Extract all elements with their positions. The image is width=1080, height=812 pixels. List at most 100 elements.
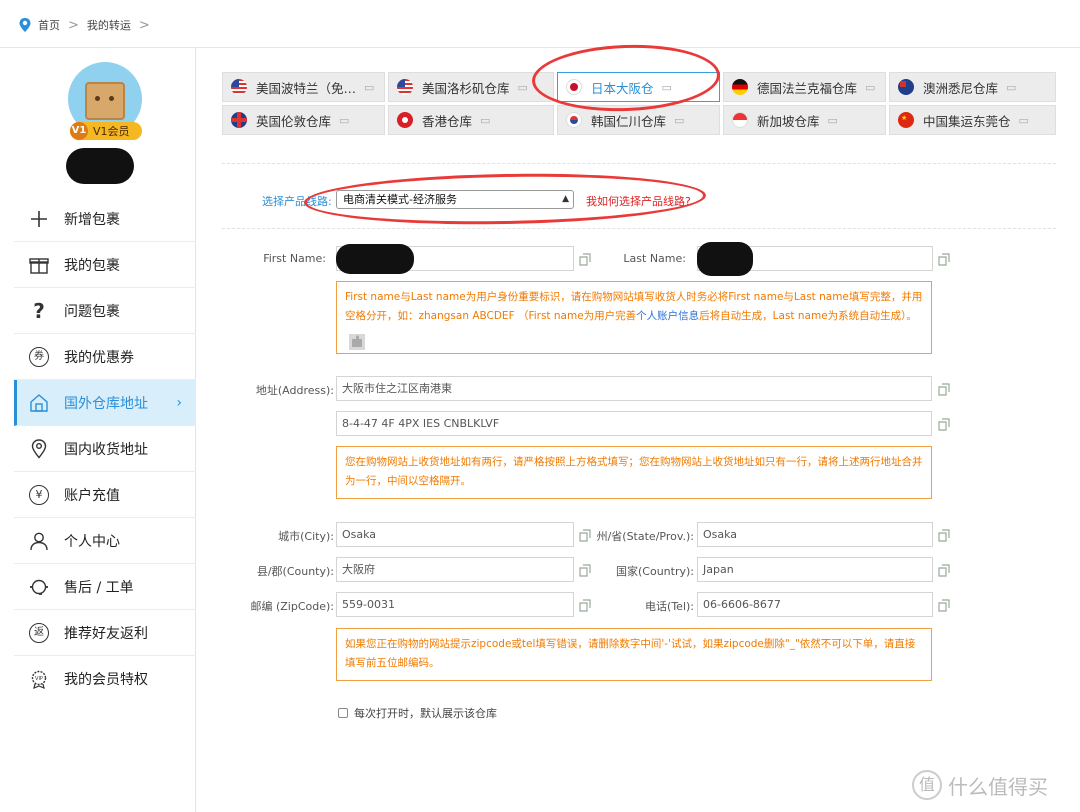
copy-icon[interactable]	[936, 416, 952, 432]
australia-flag-icon	[898, 79, 914, 95]
zipcode-instructions-note: 如果您正在购物的网站提示zipcode或tel填写错误，请删除数字中间'-'试试…	[336, 628, 932, 681]
tab-us-portland[interactable]: 美国波特兰（免… ▭	[222, 72, 385, 102]
product-line-select[interactable]: 电商清关模式-经济服务 ▲	[336, 190, 574, 209]
sidebar-item-personal-center[interactable]: 个人中心	[14, 518, 196, 564]
copy-icon[interactable]	[577, 251, 593, 267]
state-label: 州/省(State/Prov.):	[596, 530, 694, 543]
breadcrumb-home[interactable]: 首页	[38, 17, 60, 33]
breadcrumb: 首页 > 我的转运 >	[18, 16, 158, 34]
chevron-right-icon: >	[68, 17, 79, 33]
germany-flag-icon	[732, 79, 748, 95]
tab-singapore[interactable]: 新加坡仓库 ▭	[723, 105, 886, 135]
product-line-help-link[interactable]: 我如何选择产品线路?	[586, 193, 691, 209]
account-info-link[interactable]: 个人账户信息	[636, 310, 699, 322]
svg-text:VIP: VIP	[35, 676, 43, 682]
tab-japan-osaka[interactable]: 日本大阪仓 ▭	[557, 72, 720, 102]
book-icon: ▭	[661, 80, 672, 94]
japan-flag-icon	[566, 79, 582, 95]
vip-level-icon: V1	[70, 122, 88, 140]
copy-icon[interactable]	[936, 381, 952, 397]
smzdm-logo-icon: 值	[912, 770, 942, 800]
us-flag-icon	[397, 79, 413, 95]
last-name-label: Last Name:	[623, 252, 686, 265]
sidebar-item-member-privileges[interactable]: VIP 我的会员特权	[14, 656, 196, 702]
book-icon: ▭	[827, 113, 838, 127]
sidebar-item-new-package[interactable]: 新增包裹	[14, 196, 196, 242]
tab-uk-london[interactable]: 英国伦敦仓库 ▭	[222, 105, 385, 135]
copy-icon[interactable]	[936, 251, 952, 267]
sidebar-item-coupons[interactable]: 券 我的优惠券	[14, 334, 196, 380]
sidebar-menu: 新增包裹 我的包裹 ? 问题包裹 券 我的优惠券 国外仓库地址 › 国内收货地址…	[14, 196, 196, 702]
sidebar-item-after-sales[interactable]: 售后 / 工单	[14, 564, 196, 610]
tab-hong-kong[interactable]: 香港仓库 ▭	[388, 105, 554, 135]
tab-australia-sydney[interactable]: 澳洲悉尼仓库 ▭	[889, 72, 1056, 102]
cardboard-box-mascot-icon	[85, 82, 125, 120]
headset-icon	[28, 576, 50, 598]
sidebar-item-label: 我的会员特权	[64, 672, 148, 688]
korea-flag-icon	[566, 112, 582, 128]
puzzle-icon	[349, 334, 365, 350]
tab-korea-incheon[interactable]: 韩国仁川仓库 ▭	[557, 105, 720, 135]
sidebar-item-referral-rebate[interactable]: 返 推荐好友返利	[14, 610, 196, 656]
main-content: 美国波特兰（免… ▭ 美国洛杉矶仓库 ▭ 日本大阪仓 ▭ 德国法兰克福仓库 ▭ …	[196, 41, 1080, 812]
first-name-redacted	[336, 244, 414, 274]
tab-germany-frankfurt[interactable]: 德国法兰克福仓库 ▭	[723, 72, 886, 102]
book-icon: ▭	[1006, 80, 1017, 94]
singapore-flag-icon	[732, 112, 748, 128]
sidebar-item-label: 账户充值	[64, 487, 120, 504]
address-line2-field[interactable]: 8-4-47 4F 4PX IES CNBLKLVF	[336, 411, 932, 436]
user-icon	[28, 530, 50, 552]
default-warehouse-checkbox-label: 每次打开时，默认展示该仓库	[354, 707, 497, 720]
book-icon: ▭	[1018, 113, 1029, 127]
location-pin-icon	[19, 18, 31, 32]
vip-badge[interactable]: V1 V1会员	[70, 122, 142, 140]
sidebar-item-my-packages[interactable]: 我的包裹	[14, 242, 196, 288]
sidebar-item-domestic-address[interactable]: 国内收货地址	[14, 426, 196, 472]
zipcode-label: 邮编 (ZipCode):	[250, 600, 334, 613]
copy-icon[interactable]	[936, 597, 952, 613]
sidebar-item-label: 新增包裹	[64, 211, 120, 228]
country-field[interactable]: Japan	[697, 557, 933, 582]
book-icon: ▭	[480, 113, 491, 127]
last-name-redacted	[697, 242, 753, 276]
vip-badge-icon: VIP	[28, 668, 50, 690]
tab-china-dongguan[interactable]: ★ 中国集运东莞仓 ▭	[889, 105, 1056, 135]
checkbox-box[interactable]	[338, 708, 348, 718]
breadcrumb-current[interactable]: 我的转运	[87, 17, 131, 33]
zipcode-field[interactable]: 559-0031	[336, 592, 574, 617]
county-label: 县/郡(County):	[256, 565, 334, 578]
sidebar-item-recharge[interactable]: ¥ 账户充值	[14, 472, 196, 518]
default-warehouse-checkbox[interactable]: 每次打开时，默认展示该仓库	[338, 705, 497, 721]
tel-field[interactable]: 06-6606-8677	[697, 592, 933, 617]
address-label: 地址(Address):	[255, 384, 334, 397]
sidebar-item-label: 推荐好友返利	[64, 625, 148, 642]
divider	[222, 228, 1056, 229]
sidebar-item-overseas-warehouse[interactable]: 国外仓库地址 ›	[14, 380, 196, 426]
sidebar-item-label: 国内收货地址	[64, 441, 148, 458]
chevron-right-icon: ›	[176, 394, 182, 411]
address-line1-field[interactable]: 大阪市住之江区南港東	[336, 376, 932, 401]
copy-icon[interactable]	[936, 527, 952, 543]
sidebar-item-label: 我的优惠券	[64, 349, 134, 366]
select-arrows-icon: ▲	[562, 194, 569, 204]
warehouse-icon	[28, 392, 50, 414]
county-field[interactable]: 大阪府	[336, 557, 574, 582]
country-label: 国家(Country):	[616, 565, 694, 578]
sidebar-item-label: 我的包裹	[64, 257, 120, 274]
tab-us-los-angeles[interactable]: 美国洛杉矶仓库 ▭	[388, 72, 554, 102]
first-name-label: First Name:	[263, 252, 326, 265]
sidebar-item-problem-packages[interactable]: ? 问题包裹	[14, 288, 196, 334]
sidebar: V1 V1会员 新增包裹 我的包裹 ? 问题包裹 券 我的优惠券 国外仓库地址 …	[0, 48, 196, 812]
book-icon: ▭	[364, 80, 375, 94]
book-icon: ▭	[517, 80, 528, 94]
state-field[interactable]: Osaka	[697, 522, 933, 547]
sidebar-item-label: 个人中心	[64, 533, 120, 550]
yen-icon: ¥	[28, 484, 50, 506]
gift-box-icon	[28, 254, 50, 276]
copy-icon[interactable]	[936, 562, 952, 578]
china-flag-icon: ★	[898, 112, 914, 128]
book-icon: ▭	[674, 113, 685, 127]
city-field[interactable]: Osaka	[336, 522, 574, 547]
vip-badge-label: V1会员	[93, 125, 130, 138]
address-instructions-note: 您在购物网站上收货地址如有两行，请严格按照上方格式填写；您在购物网站上收货地址如…	[336, 446, 932, 499]
